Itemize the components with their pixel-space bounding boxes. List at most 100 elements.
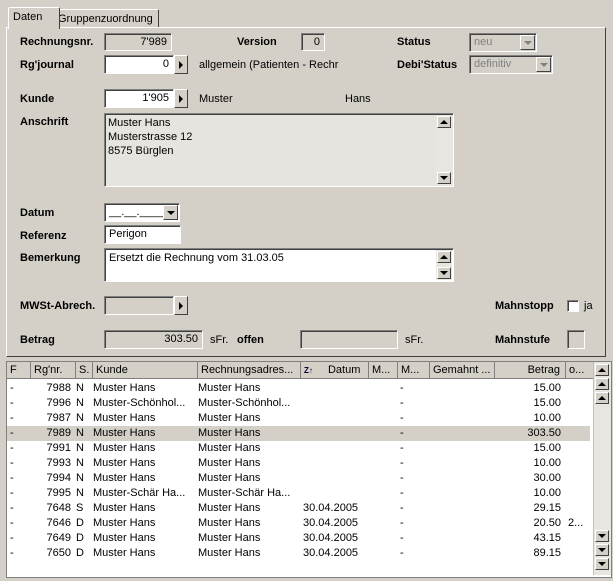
cell-kunde: Muster Hans [93, 547, 156, 559]
cell-adr: Muster Hans [198, 502, 261, 514]
cell-nr: 7988 [46, 382, 71, 394]
table-row[interactable]: - 7996 N Muster-Schönhol... Muster-Schönhol.… [7, 396, 590, 411]
cell-s: S [76, 502, 84, 514]
anschrift-line: Muster Hans [108, 117, 171, 129]
col-header-datum[interactable]: Z↑ Datum [301, 362, 369, 379]
cell-kunde: Muster Hans [93, 427, 156, 439]
referenz-input[interactable]: Perigon [104, 225, 181, 244]
cell-f: - [10, 487, 14, 499]
mahnstufe-field [567, 330, 585, 349]
table-row[interactable]: - 7989 N Muster Hans Muster Hans - 303.50 [7, 426, 590, 441]
table-row[interactable]: - 7988 N Muster Hans Muster Hans - 15.00 [7, 381, 590, 396]
col-header-rechnungsadresse[interactable]: Rechnungsadres... [198, 362, 301, 379]
cell-s: N [76, 382, 84, 394]
invoice-table[interactable]: F Rg'nr. S. Kunde Rechnungsadres... Z↑ D… [6, 361, 612, 578]
bemerkung-scrollbar[interactable] [436, 250, 452, 280]
col-header-o[interactable]: o... [566, 362, 594, 379]
table-row[interactable]: - 7993 N Muster Hans Muster Hans - 10.00 [7, 456, 590, 471]
kunde-lookup-button[interactable] [174, 89, 188, 108]
scroll-down-button[interactable] [595, 530, 609, 542]
table-row[interactable]: - 7648 S Muster Hans Muster Hans 30.04.2005 - 2… [7, 501, 590, 516]
table-row[interactable]: - 7650 D Muster Hans Muster Hans 30.04.2005 - 8… [7, 546, 590, 561]
kunde-input[interactable]: 1'905 [104, 89, 174, 108]
col-header-rgnr[interactable]: Rg'nr. [31, 362, 76, 379]
col-header-kunde[interactable]: Kunde [93, 362, 198, 379]
debistatus-dropdown-button[interactable] [536, 57, 551, 72]
rgjournal-input[interactable]: 0 [104, 55, 174, 74]
cell-m2: - [400, 427, 404, 439]
cell-betrag: 20.50 [533, 517, 561, 529]
version-field: 0 [301, 33, 325, 51]
mahnstopp-checkbox[interactable] [567, 300, 579, 312]
col-header-betrag[interactable]: Betrag [495, 362, 566, 379]
cell-f: - [10, 427, 14, 439]
anschrift-textarea[interactable]: Muster Hans Musterstrasse 12 8575 Bürgle… [104, 113, 454, 187]
table-row[interactable]: - 7646 D Muster Hans Muster Hans 30.04.2005 - 2… [7, 516, 590, 531]
cell-kunde: Muster-Schär Ha... [93, 487, 186, 499]
cell-betrag: 29.15 [533, 502, 561, 514]
offen-label: offen [237, 334, 264, 346]
sort-icon: Z↑ [304, 366, 313, 375]
cell-nr: 7650 [46, 547, 71, 559]
cell-s: D [76, 532, 84, 544]
col-header-m2[interactable]: M... [398, 362, 430, 379]
cell-nr: 7994 [46, 472, 71, 484]
cell-adr: Muster Hans [198, 547, 261, 559]
scroll-pageup-button[interactable] [595, 378, 609, 390]
cell-s: D [76, 517, 84, 529]
scroll-bottom-button[interactable] [595, 558, 609, 570]
cell-m2: - [400, 547, 404, 559]
bemerkung-textarea[interactable]: Ersetzt die Rechnung vom 31.03.05 [104, 248, 454, 282]
scroll-top-button[interactable] [595, 364, 609, 376]
cell-nr: 7987 [46, 412, 71, 424]
table-scrollbar[interactable] [593, 362, 611, 575]
debistatus-select[interactable]: definitiv [469, 55, 553, 74]
mahnstopp-ja-label: ja [584, 300, 593, 312]
table-row[interactable]: - 7994 N Muster Hans Muster Hans - 30.00 [7, 471, 590, 486]
col-header-f[interactable]: F [7, 362, 31, 379]
cell-f: - [10, 457, 14, 469]
bemerkung-label: Bemerkung [20, 252, 81, 264]
scroll-up-button[interactable] [437, 251, 451, 263]
cell-s: D [76, 547, 84, 559]
cell-kunde: Muster Hans [93, 502, 156, 514]
mwst-field[interactable] [104, 296, 174, 315]
cell-m2: - [400, 472, 404, 484]
anschrift-scrollbar[interactable] [436, 115, 452, 185]
cell-adr: Muster Hans [198, 517, 261, 529]
scroll-pagedown-button[interactable] [595, 544, 609, 556]
status-select[interactable]: neu [469, 33, 537, 52]
betrag-currency: sFr. [210, 334, 229, 346]
cell-s: N [76, 412, 84, 424]
table-row[interactable]: - 7649 D Muster Hans Muster Hans 30.04.2005 - 4… [7, 531, 590, 546]
cell-kunde: Muster Hans [93, 457, 156, 469]
datum-picker[interactable]: __.__.____ [104, 203, 180, 222]
rechnungsnr-field: 7'989 [104, 33, 172, 51]
status-dropdown-button[interactable] [520, 35, 535, 50]
mwst-lookup-button[interactable] [174, 296, 188, 315]
cell-m2: - [400, 412, 404, 424]
tab-gruppenzuordnung[interactable]: Gruppenzuordnung [53, 9, 159, 29]
cell-kunde: Muster Hans [93, 517, 156, 529]
cell-datum: 30.04.2005 [303, 547, 359, 559]
tab-daten[interactable]: Daten [8, 7, 60, 29]
col-header-m1[interactable]: M... [369, 362, 398, 379]
rgjournal-lookup-button[interactable] [174, 55, 188, 74]
mwst-label: MWSt-Abrech. [20, 300, 96, 312]
table-row[interactable]: - 7991 N Muster Hans Muster Hans - 15.00 [7, 441, 590, 456]
col-header-gemahnt[interactable]: Gemahnt ... [430, 362, 495, 379]
col-header-status[interactable]: S. [76, 362, 93, 379]
cell-f: - [10, 502, 14, 514]
scroll-up-button[interactable] [595, 392, 609, 404]
scroll-down-button[interactable] [437, 267, 451, 279]
offen-field [300, 330, 398, 349]
datum-dropdown-button[interactable] [163, 205, 178, 220]
scroll-down-button[interactable] [437, 172, 451, 184]
table-row[interactable]: - 7995 N Muster-Schär Ha... Muster-Schär Ha.… [7, 486, 590, 501]
cell-m2: - [400, 532, 404, 544]
cell-betrag: 15.00 [533, 397, 561, 409]
table-row[interactable]: - 7987 N Muster Hans Muster Hans - 10.00 [7, 411, 590, 426]
debistatus-label: Debi'Status [397, 59, 458, 71]
cell-betrag: 10.00 [533, 412, 561, 424]
scroll-up-button[interactable] [437, 116, 451, 128]
